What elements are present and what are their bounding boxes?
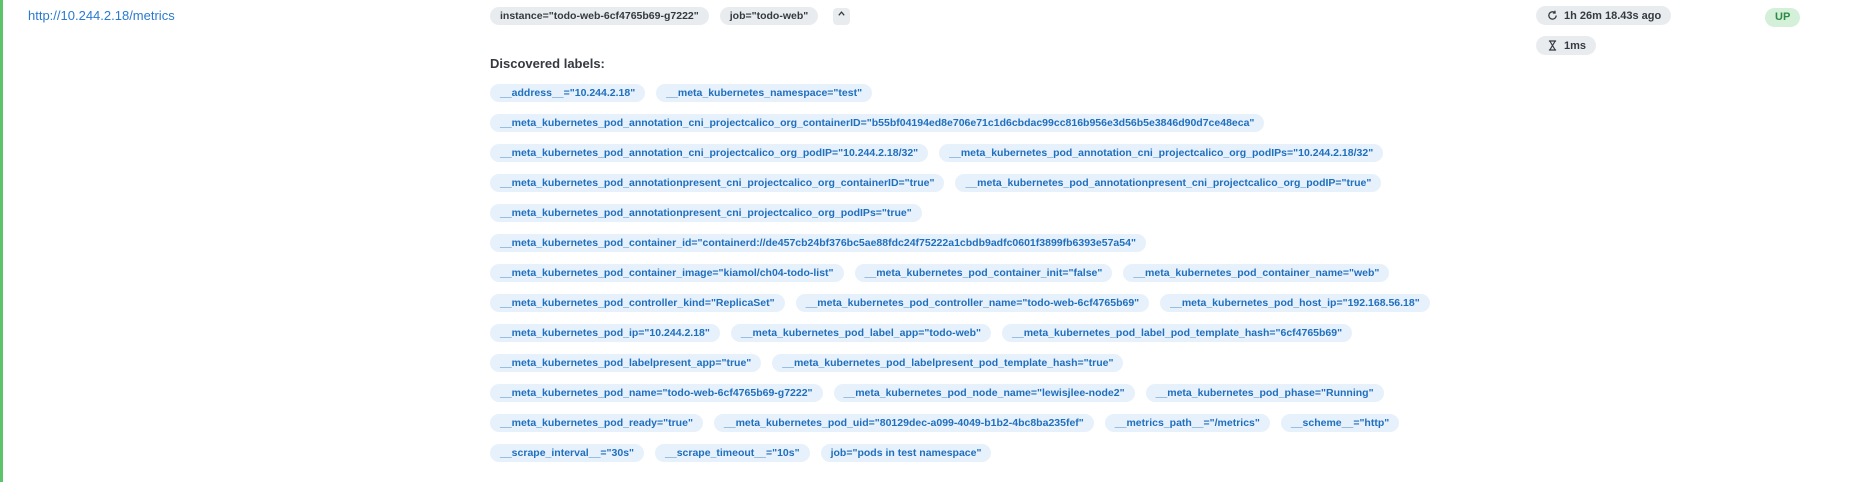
discovered-label: __meta_kubernetes_pod_annotation_cni_pro… <box>490 114 1265 132</box>
label-row: __meta_kubernetes_pod_annotation_cni_pro… <box>490 144 1510 174</box>
discovered-label: __meta_kubernetes_namespace="test" <box>656 84 873 102</box>
label-row: __meta_kubernetes_pod_labelpresent_app="… <box>490 354 1510 384</box>
discovered-label: __meta_kubernetes_pod_node_name="lewisjl… <box>833 384 1135 402</box>
discovered-labels-list: __address__="10.244.2.18" __meta_kubernet… <box>490 84 1510 474</box>
discovered-label: __meta_kubernetes_pod_label_pod_template… <box>1002 324 1353 342</box>
label-row: __meta_kubernetes_pod_name="todo-web-6cf… <box>490 384 1510 414</box>
endpoint-link[interactable]: http://10.244.2.18/metrics <box>28 8 175 23</box>
target-row: http://10.244.2.18/metrics instance="tod… <box>0 0 1868 482</box>
discovered-label: __meta_kubernetes_pod_ip="10.244.2.18" <box>490 324 720 342</box>
refresh-icon <box>1546 10 1558 22</box>
discovered-label: __meta_kubernetes_pod_container_init="fa… <box>854 264 1113 282</box>
discovered-label: __meta_kubernetes_pod_container_id="cont… <box>490 234 1146 252</box>
last-scrape-text: 1h 26m 18.43s ago <box>1564 9 1662 22</box>
discovered-label: __meta_kubernetes_pod_uid="80129dec-a099… <box>713 414 1094 432</box>
discovered-label: __meta_kubernetes_pod_label_app="todo-we… <box>730 324 992 342</box>
label-row: __meta_kubernetes_pod_container_image="k… <box>490 264 1510 294</box>
target-label-instance: instance="todo-web-6cf4765b69-g7222" <box>490 7 709 25</box>
discovered-label: __scheme__="http" <box>1280 414 1400 432</box>
label-row: __meta_kubernetes_pod_ready="true" __meta… <box>490 414 1510 444</box>
discovered-label: __metrics_path__="/metrics" <box>1104 414 1270 432</box>
target-labels: instance="todo-web-6cf4765b69-g7222" job… <box>490 6 1510 26</box>
discovered-label: __meta_kubernetes_pod_host_ip="192.168.5… <box>1160 294 1430 312</box>
discovered-label: __meta_kubernetes_pod_ready="true" <box>490 414 703 432</box>
discovered-label: __meta_kubernetes_pod_controller_name="t… <box>795 294 1150 312</box>
label-row: __meta_kubernetes_pod_container_id="cont… <box>490 234 1510 264</box>
discovered-label: __meta_kubernetes_pod_annotation_cni_pro… <box>939 144 1384 162</box>
discovered-label: __meta_kubernetes_pod_name="todo-web-6cf… <box>490 384 823 402</box>
discovered-label: __meta_kubernetes_pod_annotationpresent_… <box>490 204 922 222</box>
discovered-label: __meta_kubernetes_pod_labelpresent_pod_t… <box>772 354 1124 372</box>
discovered-label: __meta_kubernetes_pod_annotationpresent_… <box>955 174 1382 192</box>
target-label-job: job="todo-web" <box>719 7 819 25</box>
discovered-label: __scrape_interval__="30s" <box>490 444 645 462</box>
chevron-up-icon[interactable] <box>833 7 851 25</box>
scrape-duration-badge: 1ms <box>1536 36 1597 55</box>
label-row: __meta_kubernetes_pod_annotation_cni_pro… <box>490 114 1510 144</box>
discovered-labels-title: Discovered labels: <box>490 56 605 71</box>
last-scrape-badge: 1h 26m 18.43s ago <box>1536 6 1672 25</box>
discovered-label: __meta_kubernetes_pod_phase="Running" <box>1145 384 1384 402</box>
label-row: __meta_kubernetes_pod_annotationpresent_… <box>490 174 1510 204</box>
discovered-label: __meta_kubernetes_pod_annotationpresent_… <box>490 174 945 192</box>
discovered-label: __address__="10.244.2.18" <box>490 84 646 102</box>
discovered-label: __meta_kubernetes_pod_annotation_cni_pro… <box>490 144 929 162</box>
discovered-label: __scrape_timeout__="10s" <box>655 444 810 462</box>
discovered-label: __meta_kubernetes_pod_labelpresent_app="… <box>490 354 762 372</box>
label-row: __scrape_interval__="30s" __scrape_timeou… <box>490 444 1510 474</box>
scrape-info: 1h 26m 18.43s ago 1ms <box>1536 6 1672 66</box>
label-row: __meta_kubernetes_pod_ip="10.244.2.18" __… <box>490 324 1510 354</box>
status-badge: UP <box>1765 8 1801 27</box>
label-row: __meta_kubernetes_pod_controller_kind="R… <box>490 294 1510 324</box>
discovered-label: __meta_kubernetes_pod_container_image="k… <box>490 264 844 282</box>
labels-column: instance="todo-web-6cf4765b69-g7222" job… <box>490 6 1510 474</box>
label-row: __meta_kubernetes_pod_annotationpresent_… <box>490 204 1510 234</box>
hourglass-icon <box>1546 40 1558 52</box>
discovered-label: __meta_kubernetes_pod_container_name="we… <box>1123 264 1390 282</box>
discovered-label: job="pods in test namespace" <box>820 444 992 462</box>
label-row: __address__="10.244.2.18" __meta_kubernet… <box>490 84 1510 114</box>
scrape-duration-text: 1ms <box>1564 39 1587 52</box>
discovered-label: __meta_kubernetes_pod_controller_kind="R… <box>490 294 785 312</box>
